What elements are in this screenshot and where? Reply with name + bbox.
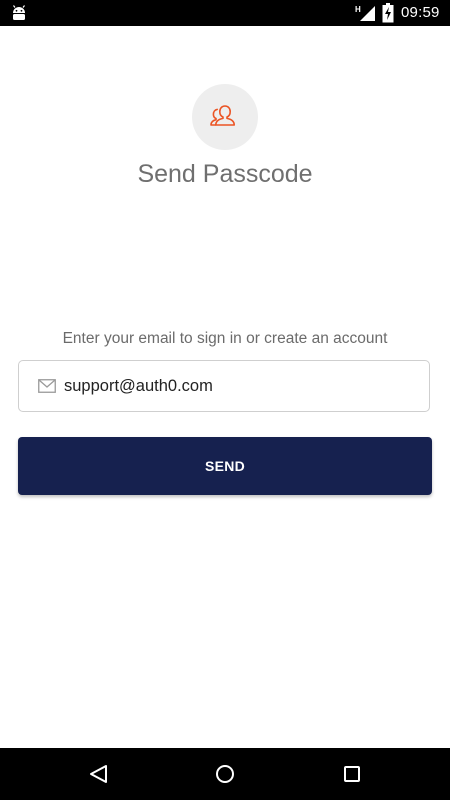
avatar xyxy=(192,84,258,150)
users-icon xyxy=(210,105,235,126)
email-field[interactable]: support@auth0.com xyxy=(18,360,430,412)
navigation-bar xyxy=(0,748,450,800)
app-screen: H 09:59 Send Passcode Enter your email t… xyxy=(0,0,450,800)
network-type-label: H xyxy=(355,5,361,14)
instructions-text: Enter your email to sign in or create an… xyxy=(62,330,388,347)
home-icon[interactable] xyxy=(213,762,237,786)
network-signal-icon: H xyxy=(355,5,375,21)
mail-icon xyxy=(38,379,56,393)
back-icon[interactable] xyxy=(87,762,111,786)
android-icon xyxy=(13,5,25,20)
send-button[interactable]: SEND xyxy=(18,437,432,495)
recents-icon[interactable] xyxy=(340,762,364,786)
battery-charging-icon xyxy=(382,3,394,23)
email-value[interactable]: support@auth0.com xyxy=(64,376,213,396)
page-title: Send Passcode xyxy=(137,160,313,188)
status-clock: 09:59 xyxy=(401,4,440,21)
status-bar: H 09:59 xyxy=(0,0,450,26)
